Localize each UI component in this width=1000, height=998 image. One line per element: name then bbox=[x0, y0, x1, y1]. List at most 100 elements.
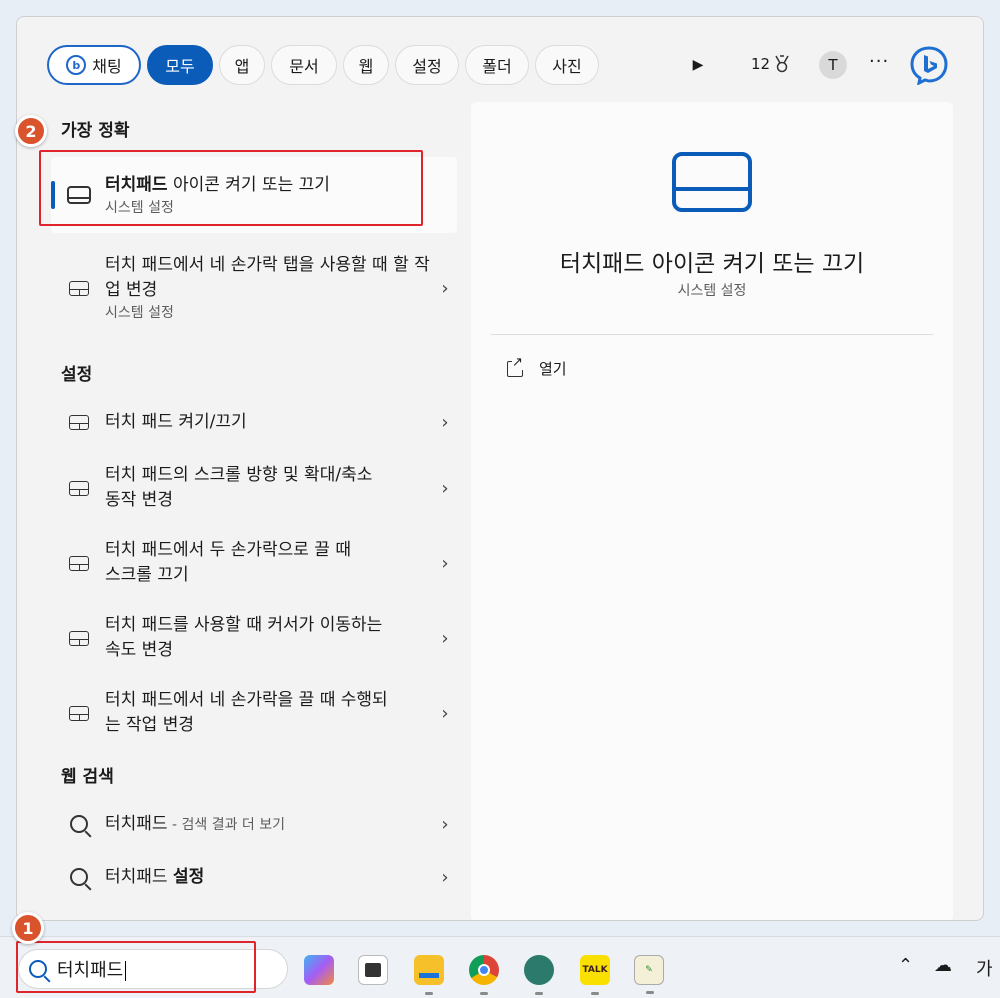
search-icon bbox=[29, 960, 47, 978]
search-icon bbox=[70, 868, 88, 886]
rewards-points-value: 12 bbox=[751, 55, 771, 73]
touchpad-icon bbox=[69, 280, 89, 296]
filter-folders-label: 폴더 bbox=[482, 57, 512, 76]
best-match-label-bold: 터치패드 bbox=[105, 174, 168, 195]
filter-folders[interactable]: 폴더 bbox=[465, 45, 529, 85]
step-badge-2-label: 2 bbox=[25, 121, 37, 141]
settings-item-label: 터치 패드를 사용할 때 커서가 이동하는 속도 변경 bbox=[105, 615, 383, 660]
results-list: 가장 정확 터치패드 아이콘 켜기 또는 끄기 시스템 설정 터치 패드에서 네… bbox=[17, 102, 472, 920]
open-action-label: 열기 bbox=[539, 360, 567, 378]
filter-all[interactable]: 모두 bbox=[147, 45, 213, 85]
touchpad-icon bbox=[69, 705, 89, 721]
touchpad-icon bbox=[69, 630, 89, 646]
selection-accent bbox=[51, 181, 55, 209]
onedrive-cloud-icon[interactable]: ☁ bbox=[934, 955, 952, 976]
file-explorer-icon[interactable] bbox=[414, 955, 444, 995]
filter-all-label: 모두 bbox=[165, 57, 195, 76]
filter-apps-label: 앱 bbox=[234, 57, 250, 76]
chevron-right-icon[interactable]: › bbox=[433, 412, 457, 433]
chevron-right-icon[interactable]: › bbox=[433, 703, 457, 724]
web-search-suffix: - 검색 결과 더 보기 bbox=[167, 816, 286, 833]
web-search-item[interactable]: 터치패드 설정 › bbox=[51, 857, 457, 897]
settings-item[interactable]: 터치 패드에서 두 손가락으로 끌 때 스크롤 끄기 › bbox=[51, 535, 457, 591]
chevron-right-icon[interactable]: › bbox=[433, 814, 457, 835]
settings-item[interactable]: 터치 패드의 스크롤 방향 및 확대/축소 동작 변경 › bbox=[51, 460, 457, 516]
filter-settings-label: 설정 bbox=[412, 57, 442, 76]
settings-item-label: 터치 패드 켜기/끄기 bbox=[105, 411, 247, 432]
step-badge-1: 1 bbox=[12, 912, 44, 944]
chevron-right-icon[interactable]: › bbox=[433, 478, 457, 499]
preview-divider bbox=[491, 334, 933, 335]
step-badge-2: 2 bbox=[15, 115, 47, 147]
filter-settings[interactable]: 설정 bbox=[395, 45, 459, 85]
more-filters-play-icon[interactable]: ▶ bbox=[687, 54, 709, 76]
ime-indicator[interactable]: 가 bbox=[976, 955, 993, 981]
preview-subtitle: 시스템 설정 bbox=[677, 283, 747, 299]
best-match-heading: 가장 정확 bbox=[61, 121, 130, 141]
second-match-label: 터치 패드에서 네 손가락 탭을 사용할 때 할 작업 변경 bbox=[105, 255, 430, 300]
touchpad-icon bbox=[67, 186, 91, 204]
settings-item[interactable]: 터치 패드 켜기/끄기 › bbox=[51, 402, 457, 442]
kakaotalk-icon[interactable]: TALK bbox=[580, 955, 610, 995]
settings-item-label: 터치 패드의 스크롤 방향 및 확대/축소 동작 변경 bbox=[105, 465, 373, 510]
chat-chip-label: 채팅 bbox=[92, 57, 122, 76]
second-match-item[interactable]: 터치 패드에서 네 손가락 탭을 사용할 때 할 작업 변경 시스템 설정 › bbox=[51, 247, 457, 329]
settings-heading: 설정 bbox=[61, 365, 93, 385]
rewards-points[interactable]: 12 bbox=[751, 55, 790, 73]
filter-web[interactable]: 웹 bbox=[343, 45, 389, 85]
web-search-heading: 웹 검색 bbox=[61, 767, 114, 787]
chevron-right-icon[interactable]: › bbox=[433, 553, 457, 574]
task-view-icon[interactable] bbox=[358, 955, 388, 985]
filter-documents-label: 문서 bbox=[289, 57, 319, 76]
web-search-query: 터치패드 bbox=[105, 866, 173, 887]
taskbar-search-text: 터치패드 bbox=[57, 960, 124, 981]
filter-photos-label: 사진 bbox=[552, 57, 582, 76]
second-match-sub: 시스템 설정 bbox=[105, 305, 174, 321]
web-search-item[interactable]: 터치패드 - 검색 결과 더 보기 › bbox=[51, 804, 457, 844]
second-match-text: 터치 패드에서 네 손가락 탭을 사용할 때 할 작업 변경 시스템 설정 bbox=[105, 253, 433, 323]
search-icon bbox=[70, 815, 88, 833]
chevron-up-icon[interactable]: ⌃ bbox=[898, 955, 913, 976]
best-match-sub: 시스템 설정 bbox=[105, 199, 174, 216]
settings-item-label: 터치 패드에서 네 손가락을 끌 때 수행되는 작업 변경 bbox=[105, 690, 388, 735]
chat-chip[interactable]: b 채팅 bbox=[47, 45, 141, 85]
user-avatar[interactable]: T bbox=[819, 51, 847, 79]
settings-item[interactable]: 터치 패드에서 네 손가락을 끌 때 수행되는 작업 변경 › bbox=[51, 685, 457, 741]
settings-item-label: 터치 패드에서 두 손가락으로 끌 때 스크롤 끄기 bbox=[105, 540, 351, 585]
touchpad-icon bbox=[69, 480, 89, 496]
filter-photos[interactable]: 사진 bbox=[535, 45, 599, 85]
open-external-icon bbox=[507, 354, 523, 377]
taskbar-search-box[interactable]: 터치패드 bbox=[18, 949, 288, 989]
settings-item[interactable]: 터치 패드를 사용할 때 커서가 이동하는 속도 변경 › bbox=[51, 610, 457, 666]
notepad-icon[interactable]: ✎ bbox=[634, 955, 664, 994]
web-search-text: 터치패드 설정 bbox=[105, 865, 433, 890]
filter-documents[interactable]: 문서 bbox=[271, 45, 337, 85]
best-match-text: 터치패드 아이콘 켜기 또는 끄기 시스템 설정 bbox=[105, 173, 457, 218]
bing-logo-icon[interactable] bbox=[909, 45, 949, 85]
filter-apps[interactable]: 앱 bbox=[219, 45, 265, 85]
preview-pane: 터치패드 아이콘 켜기 또는 끄기 시스템 설정 열기 bbox=[471, 102, 953, 920]
start-search-window: b 채팅 모두 앱 문서 웹 설정 폴더 사진 ▶ 12 T ··· 가장 정확… bbox=[16, 16, 984, 921]
web-search-bold: 설정 bbox=[172, 866, 205, 887]
open-action[interactable]: 열기 bbox=[507, 354, 567, 379]
touchpad-large-icon bbox=[672, 152, 752, 212]
chevron-right-icon[interactable]: › bbox=[433, 278, 457, 299]
text-caret bbox=[125, 961, 127, 981]
chevron-right-icon[interactable]: › bbox=[433, 867, 457, 888]
preview-title: 터치패드 아이콘 켜기 또는 끄기 bbox=[559, 251, 865, 277]
taskbar: 터치패드 TALK ✎ ⌃ ☁ 가 bbox=[0, 936, 1000, 998]
edge-dev-icon[interactable] bbox=[524, 955, 554, 995]
chevron-right-icon[interactable]: › bbox=[433, 628, 457, 649]
step-badge-1-label: 1 bbox=[22, 918, 34, 938]
best-match-label-rest: 아이콘 켜기 또는 끄기 bbox=[167, 174, 330, 195]
web-search-text: 터치패드 - 검색 결과 더 보기 bbox=[105, 812, 433, 837]
copilot-app-icon[interactable] bbox=[304, 955, 334, 985]
filter-web-label: 웹 bbox=[358, 57, 374, 76]
bing-chat-icon: b bbox=[66, 55, 87, 75]
taskbar-search-value[interactable]: 터치패드 bbox=[57, 956, 127, 982]
best-match-item[interactable]: 터치패드 아이콘 켜기 또는 끄기 시스템 설정 bbox=[51, 157, 457, 233]
chrome-icon[interactable] bbox=[469, 955, 499, 995]
more-options-icon[interactable]: ··· bbox=[869, 51, 889, 72]
avatar-initial: T bbox=[828, 56, 838, 74]
filter-bar: b 채팅 모두 앱 문서 웹 설정 폴더 사진 ▶ 12 T ··· bbox=[47, 45, 957, 87]
